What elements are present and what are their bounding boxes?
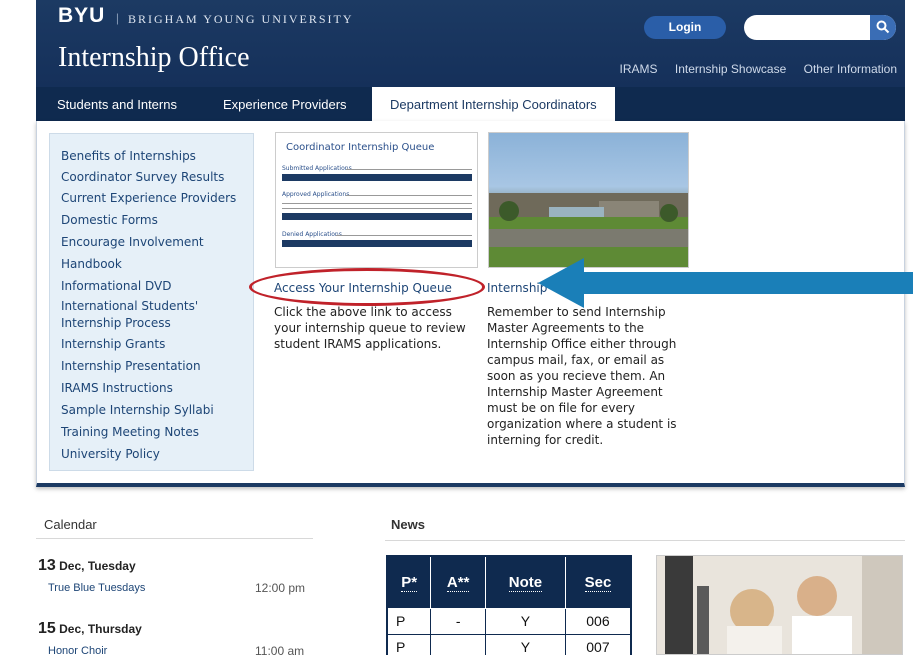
- top-links: IRAMS Internship Showcase Other Informat…: [606, 62, 897, 76]
- university-name: BRIGHAM YOUNG UNIVERSITY: [128, 12, 354, 26]
- calendar-event-link[interactable]: Honor Choir: [48, 645, 107, 655]
- table-header: P*: [386, 555, 432, 609]
- table-header: Note: [485, 555, 566, 609]
- annotation-red-ellipse: [249, 268, 485, 306]
- tab-experience-providers[interactable]: Experience Providers: [223, 87, 347, 121]
- site-header: BYU | BRIGHAM YOUNG UNIVERSITY Internshi…: [36, 0, 905, 87]
- byu-logo[interactable]: BYU: [58, 4, 105, 28]
- sidebar-item-university-policy[interactable]: University Policy: [61, 446, 160, 462]
- sidebar-item-benefits-of-internships[interactable]: Benefits of Internships: [61, 148, 196, 164]
- main-nav: Students and Interns Experience Provider…: [36, 87, 905, 121]
- table-row: P - Y 006: [386, 607, 632, 635]
- queue-header-bar: [282, 213, 472, 220]
- sidebar-item-irams-instructions[interactable]: IRAMS Instructions: [61, 380, 173, 396]
- sidebar-item-coordinator-survey-results[interactable]: Coordinator Survey Results: [61, 169, 224, 185]
- queue-rule: [282, 203, 472, 204]
- calendar-day-number: 13: [38, 557, 56, 574]
- news-grade-table: P* A** Note Sec P - Y 006 P Y 007: [386, 555, 632, 655]
- calendar-day: 13 Dec, Tuesday: [38, 557, 136, 575]
- sidebar-item-encourage-involvement[interactable]: Encourage Involvement: [61, 234, 204, 250]
- campus-photo: [488, 132, 689, 268]
- calendar-day-label: Dec, Tuesday: [59, 559, 136, 573]
- table-header: Sec: [564, 555, 632, 609]
- queue-section-approved: Approved Applications: [282, 191, 350, 198]
- sidebar-item-domestic-forms[interactable]: Domestic Forms: [61, 212, 158, 228]
- annotation-blue-arrow: [538, 258, 913, 308]
- calendar-day-label: Dec, Thursday: [59, 622, 142, 636]
- coordinator-queue-thumbnail[interactable]: Coordinator Internship Queue Submitted A…: [275, 132, 478, 268]
- calendar-event-time: 12:00 pm: [255, 581, 306, 595]
- sidebar: Benefits of Internships Coordinator Surv…: [49, 133, 254, 471]
- campus-photo-illustration: [489, 193, 688, 267]
- sidebar-item-internship-grants[interactable]: Internship Grants: [61, 336, 165, 352]
- queue-description: Click the above link to access your inte…: [274, 305, 466, 351]
- queue-card-title: Coordinator Internship Queue: [286, 142, 435, 153]
- internship-agreement-description: Remember to send Internship Master Agree…: [487, 305, 677, 447]
- calendar-day-number: 15: [38, 620, 56, 637]
- news-photo[interactable]: [656, 555, 903, 655]
- tab-students-and-interns[interactable]: Students and Interns: [57, 87, 177, 121]
- sidebar-item-sample-internship-syllabi[interactable]: Sample Internship Syllabi: [61, 402, 214, 418]
- sidebar-item-internship-presentation[interactable]: Internship Presentation: [61, 358, 201, 374]
- top-link-other-information[interactable]: Other Information: [804, 62, 897, 76]
- queue-header-bar: [282, 174, 472, 181]
- queue-section-denied: Denied Applications: [282, 231, 342, 238]
- search-button[interactable]: [870, 15, 896, 40]
- calendar-day: 15 Dec, Thursday: [38, 620, 142, 638]
- queue-rule: [336, 235, 472, 236]
- calendar-event-time: 11:00 am: [255, 644, 305, 655]
- calendar-divider: [36, 538, 313, 539]
- tab-department-internship-coordinators[interactable]: Department Internship Coordinators: [372, 87, 615, 121]
- page-margin-right: [905, 0, 913, 655]
- site-title[interactable]: Internship Office: [58, 42, 250, 74]
- news-divider: [385, 540, 905, 541]
- sidebar-item-internship-process[interactable]: Internship Process: [61, 315, 171, 331]
- queue-rule: [282, 208, 472, 209]
- sidebar-item-informational-dvd[interactable]: Informational DVD: [61, 278, 171, 294]
- calendar-event-link[interactable]: True Blue Tuesdays: [48, 582, 145, 594]
- queue-rule: [346, 195, 472, 196]
- page-margin-left: [0, 0, 36, 655]
- sidebar-item-training-meeting-notes[interactable]: Training Meeting Notes: [61, 424, 199, 440]
- sidebar-item-current-experience-providers[interactable]: Current Experience Providers: [61, 190, 236, 206]
- login-button[interactable]: Login: [644, 16, 726, 39]
- queue-rule: [346, 169, 472, 170]
- table-header: A**: [430, 555, 487, 609]
- search-icon: [876, 20, 890, 34]
- calendar-title: Calendar: [44, 517, 97, 532]
- queue-header-bar: [282, 240, 472, 247]
- news-title: News: [391, 517, 425, 532]
- logo-divider: |: [116, 10, 119, 25]
- sidebar-item-handbook[interactable]: Handbook: [61, 256, 122, 272]
- lab-photo-illustration: [657, 556, 902, 654]
- sidebar-item-international-students[interactable]: International Students': [61, 298, 198, 314]
- top-link-internship-showcase[interactable]: Internship Showcase: [675, 62, 786, 76]
- top-link-irams[interactable]: IRAMS: [620, 62, 658, 76]
- table-row: P Y 007: [386, 633, 632, 655]
- queue-section-submitted: Submitted Applications: [282, 165, 352, 172]
